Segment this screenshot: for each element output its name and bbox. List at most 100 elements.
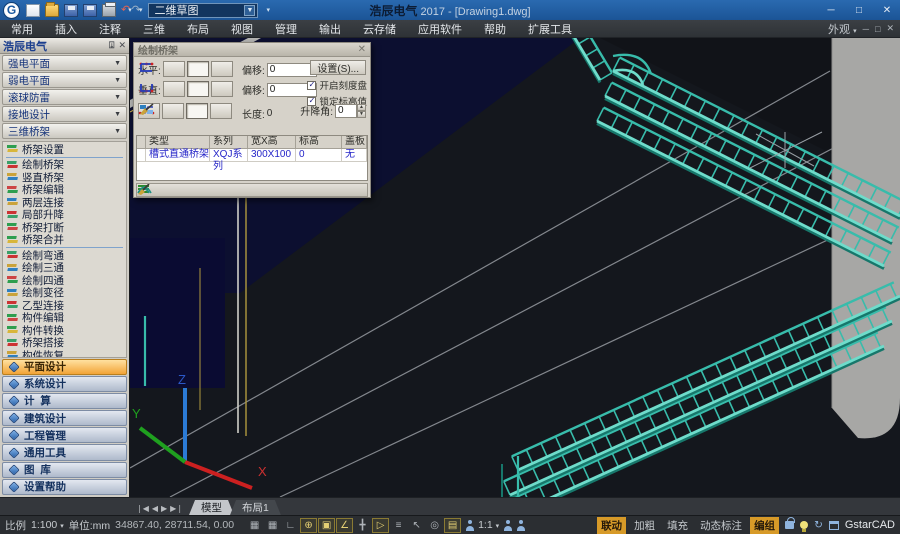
dialog-close-icon[interactable]: ✕ xyxy=(358,44,366,55)
cursor-icon[interactable]: ↖ xyxy=(408,518,425,533)
palette-close-icon[interactable]: ✕ xyxy=(118,40,126,51)
toolbar-lock-icon[interactable] xyxy=(785,521,794,529)
close-button[interactable]: ✕ xyxy=(874,1,900,19)
palette-dropdown-滚球防雷[interactable]: 滚球防雷▼ xyxy=(2,89,127,105)
clean-screen-icon[interactable] xyxy=(800,521,808,529)
menu-扩展工具[interactable]: 扩展工具 xyxy=(517,20,583,37)
appearance-menu[interactable]: 外观 ▾ xyxy=(828,21,857,37)
redo-dropdown-icon[interactable]: ▾ xyxy=(139,6,143,14)
menu-插入[interactable]: 插入 xyxy=(44,20,88,37)
toggle-动态标注[interactable]: 动态标注 xyxy=(696,517,746,534)
properties-icon[interactable]: ▤ xyxy=(444,518,461,533)
toggle-加粗[interactable]: 加粗 xyxy=(630,517,659,534)
palette-dropdown-三维桥架[interactable]: 三维桥架▼ xyxy=(2,123,127,139)
app-logo-icon[interactable]: G xyxy=(3,2,20,19)
combobox-arrow-icon[interactable]: ▼ xyxy=(244,5,255,16)
v-align-right-button[interactable] xyxy=(211,81,233,97)
match-brush-button[interactable] xyxy=(210,103,232,119)
toggle-编组[interactable]: 编组 xyxy=(750,517,779,534)
first-tab-icon[interactable]: ❘◀ xyxy=(136,504,149,513)
v-align-center-button[interactable] xyxy=(187,81,209,97)
doc-minimize-button[interactable]: ─ xyxy=(863,24,869,34)
save-icon[interactable] xyxy=(64,4,78,17)
doc-close-button[interactable]: ✕ xyxy=(886,23,894,34)
menu-三维[interactable]: 三维 xyxy=(132,20,176,37)
offset-h-input[interactable] xyxy=(267,63,317,77)
category-图库[interactable]: 图 库 xyxy=(2,462,127,478)
menu-帮助[interactable]: 帮助 xyxy=(473,20,517,37)
polar-icon[interactable]: ⊕ xyxy=(300,518,317,533)
annotation-visibility-icon[interactable] xyxy=(465,520,474,531)
category-通用工具[interactable]: 通用工具 xyxy=(2,444,127,460)
fullscreen-icon[interactable] xyxy=(829,521,839,530)
snap-icon[interactable]: ▦ xyxy=(264,518,281,533)
prev-tab-icon[interactable]: ◀ xyxy=(152,504,158,513)
ucs-icon[interactable]: ╋ xyxy=(354,518,371,533)
save-as-icon[interactable] xyxy=(83,4,97,17)
menu-视图[interactable]: 视图 xyxy=(220,20,264,37)
h-align-center-button[interactable] xyxy=(187,61,209,77)
ortho-icon[interactable]: ∟ xyxy=(282,518,299,533)
settings-button[interactable]: 设置(S)... xyxy=(310,60,366,75)
menu-管理[interactable]: 管理 xyxy=(264,20,308,37)
pin-icon[interactable]: ⍗ xyxy=(109,40,114,51)
menu-布局[interactable]: 布局 xyxy=(176,20,220,37)
grid-mode-button[interactable] xyxy=(186,103,208,119)
dial-checkbox[interactable]: ✓ xyxy=(307,81,316,90)
osnap-icon[interactable]: ▣ xyxy=(318,518,335,533)
doc-restore-button[interactable]: □ xyxy=(875,24,880,34)
category-系统设计[interactable]: 系统设计 xyxy=(2,376,127,392)
lineweight-icon[interactable]: ≡ xyxy=(390,518,407,533)
tool-桥架设置[interactable]: 桥架设置 xyxy=(3,143,126,156)
open-icon[interactable] xyxy=(45,4,59,17)
dyn-input-icon[interactable]: ▷ xyxy=(372,518,389,533)
maximize-button[interactable]: □ xyxy=(846,1,872,19)
workspace-combobox[interactable]: 二维草图 ▼ xyxy=(148,3,258,18)
angle-input[interactable] xyxy=(335,104,357,118)
brush-icon[interactable] xyxy=(137,184,150,195)
menu-输出[interactable]: 输出 xyxy=(308,20,352,37)
h-align-right-button[interactable] xyxy=(211,61,233,77)
sync-icon[interactable]: ↻ xyxy=(814,519,823,531)
dial-checkbox-row[interactable]: ✓ 开启刻度盘 xyxy=(307,78,367,92)
h-align-left-button[interactable] xyxy=(163,61,185,77)
zoom-icon[interactable]: ◎ xyxy=(426,518,443,533)
plot-icon[interactable] xyxy=(102,4,116,17)
toolbar-overflow-icon[interactable]: ▾ xyxy=(266,6,270,14)
category-建筑设计[interactable]: 建筑设计 xyxy=(2,410,127,426)
angle-spin-down-icon[interactable]: ▼ xyxy=(357,111,366,118)
angle-spin-up-icon[interactable]: ▲ xyxy=(357,104,366,111)
menu-常用[interactable]: 常用 xyxy=(0,20,44,37)
annotation-add-icon[interactable] xyxy=(516,520,525,531)
menu-应用软件[interactable]: 应用软件 xyxy=(407,20,473,37)
toggle-联动[interactable]: 联动 xyxy=(597,517,626,534)
annotation-auto-icon[interactable] xyxy=(503,520,512,531)
row-selector[interactable] xyxy=(137,149,146,162)
menu-云存储[interactable]: 云存储 xyxy=(352,20,407,37)
next-tab-icon[interactable]: ▶ xyxy=(161,504,167,513)
category-工程管理[interactable]: 工程管理 xyxy=(2,427,127,443)
table-row[interactable]: 槽式直通桥架XQJ系列300X1000无 xyxy=(137,149,367,162)
category-计算[interactable]: 计 算 xyxy=(2,393,127,409)
tool-桥架合并[interactable]: 桥架合并 xyxy=(3,234,126,247)
last-tab-icon[interactable]: ▶❘ xyxy=(170,504,183,513)
otrack-icon[interactable]: ∠ xyxy=(336,518,353,533)
category-设置帮助[interactable]: 设置帮助 xyxy=(2,479,127,495)
toggle-填充[interactable]: 填充 xyxy=(663,517,692,534)
dialog-title-bar[interactable]: 绘制桥架 ✕ xyxy=(134,43,370,57)
annotation-scale-selector[interactable]: 1:1 ▾ xyxy=(478,519,499,531)
palette-dropdown-强电平面[interactable]: 强电平面▼ xyxy=(2,55,127,71)
menu-注释[interactable]: 注释 xyxy=(88,20,132,37)
fall-mode-button[interactable] xyxy=(162,103,184,119)
tab-layout1[interactable]: 布局1 xyxy=(230,500,281,515)
grid-icon[interactable]: ▦ xyxy=(246,518,263,533)
scale-selector[interactable]: 1:100 ▾ xyxy=(31,519,64,531)
tool-构件恢复[interactable]: 构件恢复 xyxy=(3,349,126,358)
category-平面设计[interactable]: 平面设计 xyxy=(2,359,127,375)
v-align-left-button[interactable] xyxy=(163,81,185,97)
minimize-button[interactable]: ─ xyxy=(818,1,844,19)
new-icon[interactable] xyxy=(26,4,40,17)
tab-model[interactable]: 模型 xyxy=(189,500,234,515)
viewport-canvas[interactable]: ZXY 绘制桥架 ✕ 水平: 偏移: 设置 xyxy=(130,38,900,497)
palette-dropdown-接地设计[interactable]: 接地设计▼ xyxy=(2,106,127,122)
